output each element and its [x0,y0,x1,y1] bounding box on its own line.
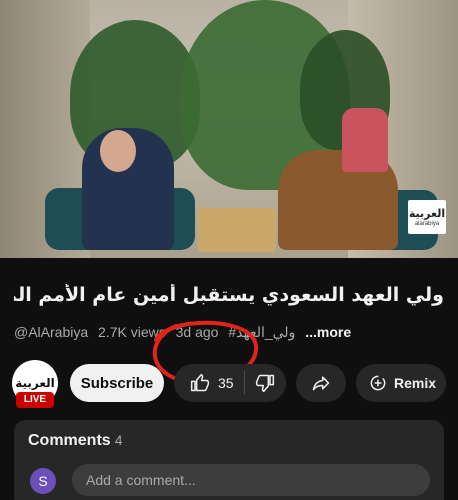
thumbs-down-icon [255,374,275,393]
video-player[interactable]: العربية alarabiya [0,0,458,258]
channel-handle: @AlArabiya [14,324,89,340]
channel-watermark: العربية alarabiya [408,200,446,234]
like-button[interactable]: 35 [174,364,244,402]
live-badge: LIVE [16,392,54,408]
share-button[interactable] [296,364,346,402]
share-icon [312,376,330,391]
dislike-button[interactable] [245,373,285,393]
remix-label: Remix [394,375,437,391]
comments-card[interactable]: Comments 4 S Add a comment... [14,420,444,500]
like-dislike-group: 35 [174,364,286,402]
video-title[interactable]: ولي العهد السعودي يستقبل أمين عام الأمم … [14,284,444,306]
comments-header: Comments 4 [28,432,122,450]
watermark-english: alarabiya [414,220,440,227]
comments-count: 4 [114,432,123,448]
video-person-right-head [342,108,388,172]
video-person-left-head [100,130,136,172]
thumbs-up-icon [190,373,210,392]
subscribe-button[interactable]: Subscribe [70,364,164,402]
user-avatar: S [30,468,56,494]
add-comment-input[interactable]: Add a comment... [72,464,430,496]
watermark-arabic: العربية [408,206,446,220]
remix-icon [370,375,386,391]
more-link[interactable]: ...more [305,324,351,340]
channel-avatar-text: العربية [15,376,55,390]
like-count: 35 [218,375,234,391]
video-table [198,208,276,252]
action-row: العربية LIVE Subscribe 35 Remix [0,358,458,410]
comments-title: Comments [28,432,111,449]
remix-button[interactable]: Remix [356,364,446,402]
